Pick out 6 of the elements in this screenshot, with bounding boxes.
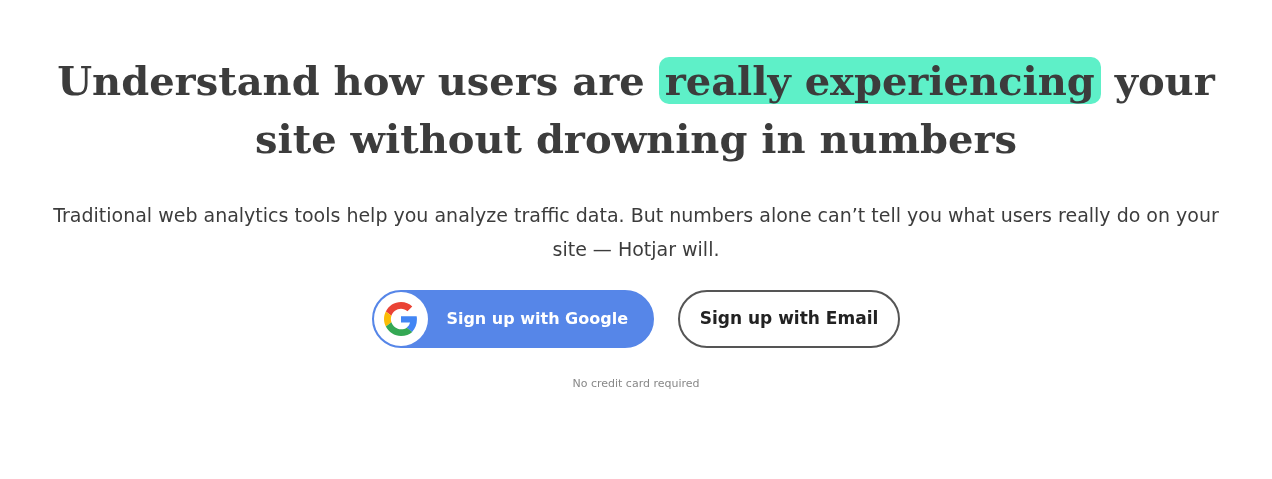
subtitle: Traditional web analytics tools help you analyze traffic data. But numbers alone can’t tell you what users really do on your site — Hotjar will.: [52, 203, 1220, 262]
email-signup-button[interactable]: Sign up with Email: [678, 290, 900, 348]
google-g-icon: [384, 302, 418, 336]
note: No credit card required: [571, 376, 701, 392]
headline: Understand how users are really experiencing your site without drowning in numbers: [56, 56, 1216, 164]
google-signup-button[interactable]: Sign up with Google: [372, 290, 654, 348]
